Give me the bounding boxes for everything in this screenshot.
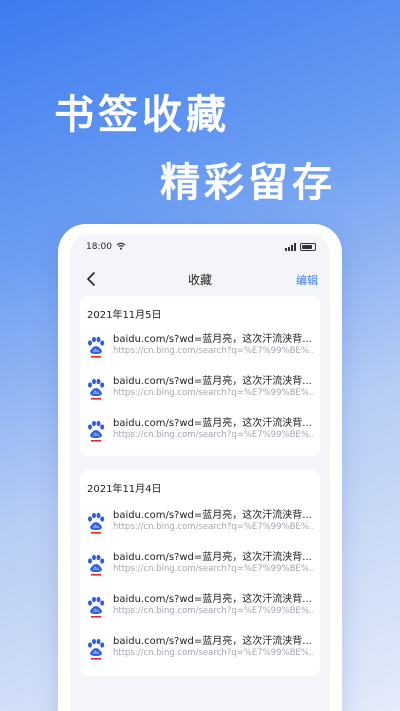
page-title: 收藏: [187, 272, 212, 287]
bookmark-item[interactable]: du baidu.com/s?wd=蓝月亮，这次汗流浃背... https://…: [80, 410, 320, 450]
bookmark-url: https://cn.bing.com/search?q=%E7%99%BE%.…: [113, 388, 313, 398]
bookmark-title: baidu.com/s?wd=蓝月亮，这次汗流浃背...: [113, 376, 312, 387]
promo-headline-1: 书签收藏: [54, 92, 230, 138]
edit-button[interactable]: 编辑: [296, 272, 318, 288]
svg-text:du: du: [93, 608, 99, 614]
baidu-paw-icon: du: [86, 420, 106, 442]
bookmark-title: baidu.com/s?wd=蓝月亮，这次汗流浃背...: [113, 510, 312, 521]
signal-icon: [285, 243, 296, 251]
group-date: 2021年11月4日: [87, 484, 162, 495]
bookmark-url: https://cn.bing.com/search?q=%E7%99%BE%.…: [113, 522, 313, 532]
bookmark-item[interactable]: du baidu.com/s?wd=蓝月亮，这次汗流浃背... https://…: [80, 326, 320, 366]
bookmark-item[interactable]: du baidu.com/s?wd=蓝月亮，这次汗流浃背... https://…: [80, 628, 320, 668]
baidu-paw-icon: du: [86, 638, 106, 660]
bookmark-item[interactable]: du baidu.com/s?wd=蓝月亮，这次汗流浃背... https://…: [80, 502, 320, 542]
bookmark-title: baidu.com/s?wd=蓝月亮，这次汗流浃背...: [113, 418, 312, 429]
nav-bar: 收藏 编辑: [70, 264, 330, 294]
back-button[interactable]: [82, 270, 100, 288]
bookmark-group: 2021年11月5日 du baidu.com/s?wd=蓝月亮，这次汗流浃背.…: [80, 296, 320, 456]
svg-text:du: du: [93, 390, 99, 396]
bookmark-url: https://cn.bing.com/search?q=%E7%99%BE%.…: [113, 606, 313, 616]
wifi-icon: [116, 242, 126, 253]
phone-mockup: 18:00 收藏 编辑 2021年11月5日 du baidu.com/s?wd…: [58, 224, 342, 711]
svg-text:du: du: [93, 650, 99, 656]
bookmark-url: https://cn.bing.com/search?q=%E7%99%BE%.…: [113, 648, 313, 658]
bookmark-title: baidu.com/s?wd=蓝月亮，这次汗流浃背...: [113, 334, 312, 345]
baidu-paw-icon: du: [86, 512, 106, 534]
battery-icon: [300, 243, 316, 251]
baidu-paw-icon: du: [86, 378, 106, 400]
chevron-left-icon: [87, 272, 95, 286]
baidu-paw-icon: du: [86, 554, 106, 576]
svg-text:du: du: [93, 432, 99, 438]
bookmark-group: 2021年11月4日 du baidu.com/s?wd=蓝月亮，这次汗流浃背.…: [80, 470, 320, 676]
status-time: 18:00: [86, 242, 112, 252]
svg-text:du: du: [93, 524, 99, 530]
bookmark-item[interactable]: du baidu.com/s?wd=蓝月亮，这次汗流浃背... https://…: [80, 368, 320, 408]
phone-screen: 18:00 收藏 编辑 2021年11月5日 du baidu.com/s?wd…: [70, 234, 330, 711]
bookmark-item[interactable]: du baidu.com/s?wd=蓝月亮，这次汗流浃背... https://…: [80, 544, 320, 584]
svg-text:du: du: [93, 566, 99, 572]
bookmark-url: https://cn.bing.com/search?q=%E7%99%BE%.…: [113, 564, 313, 574]
baidu-paw-icon: du: [86, 336, 106, 358]
bookmark-url: https://cn.bing.com/search?q=%E7%99%BE%.…: [113, 346, 313, 356]
bookmark-title: baidu.com/s?wd=蓝月亮，这次汗流浃背...: [113, 594, 312, 605]
bookmark-item[interactable]: du baidu.com/s?wd=蓝月亮，这次汗流浃背... https://…: [80, 586, 320, 626]
promo-headline-2: 精彩留存: [160, 160, 336, 206]
svg-text:du: du: [93, 348, 99, 354]
bookmark-title: baidu.com/s?wd=蓝月亮，这次汗流浃背...: [113, 552, 312, 563]
baidu-paw-icon: du: [86, 596, 106, 618]
status-bar: 18:00: [70, 234, 330, 260]
bookmark-title: baidu.com/s?wd=蓝月亮，这次汗流浃背...: [113, 636, 312, 647]
group-date: 2021年11月5日: [87, 310, 162, 321]
bookmark-url: https://cn.bing.com/search?q=%E7%99%BE%.…: [113, 430, 313, 440]
